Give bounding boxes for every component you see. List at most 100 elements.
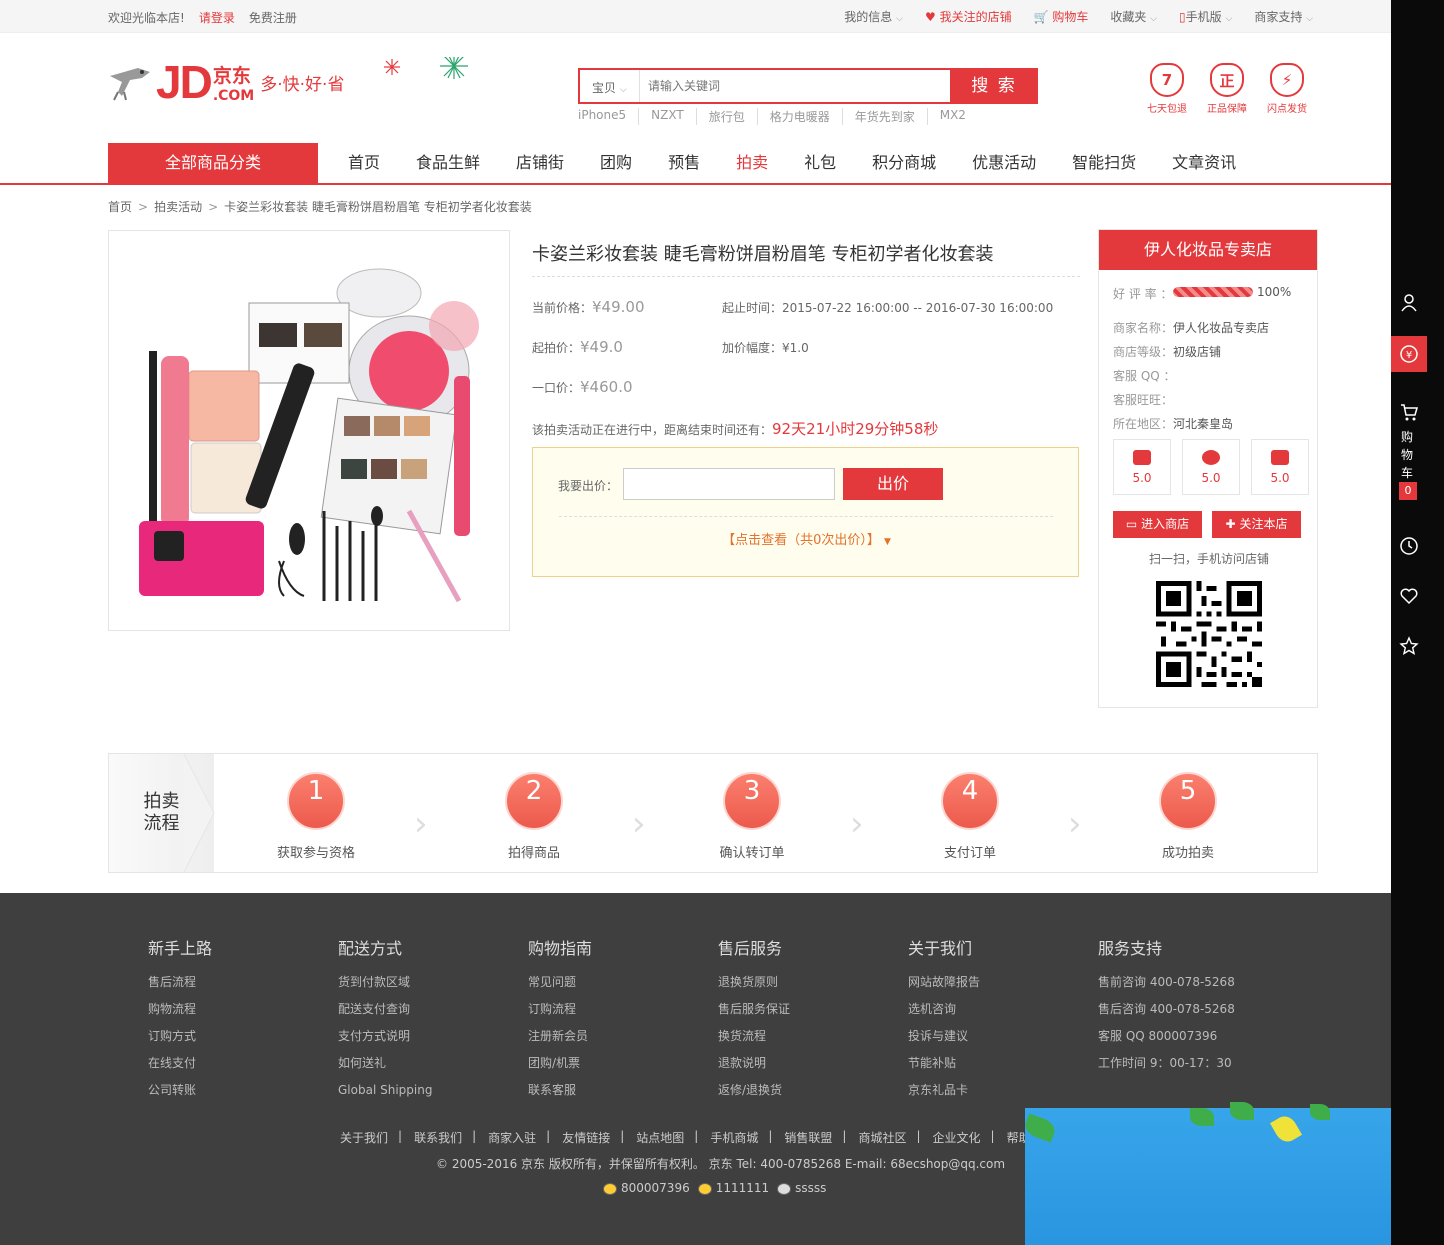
footer-link[interactable]: 投诉与建议 <box>908 1023 980 1050</box>
follow-shop-button[interactable]: ✚ 关注本店 <box>1212 511 1301 538</box>
footer-bottom-link[interactable]: 手机商城 <box>710 1129 758 1146</box>
register-link[interactable]: 免费注册 <box>249 9 297 26</box>
footer-link[interactable]: 售后流程 <box>148 969 212 996</box>
user-icon[interactable] <box>1391 284 1427 320</box>
footer-link[interactable]: 联系客服 <box>528 1077 592 1104</box>
hot-word-link[interactable]: iPhone5 <box>578 108 638 125</box>
heart-icon[interactable] <box>1391 578 1427 614</box>
qq-contact-link[interactable]: 1111111 <box>697 1181 769 1195</box>
all-categories-button[interactable]: 全部商品分类 <box>108 143 318 183</box>
login-link[interactable]: 请登录 <box>199 9 235 26</box>
coin-icon[interactable]: ¥ <box>1391 336 1427 372</box>
footer-link[interactable]: 如何送礼 <box>338 1050 432 1077</box>
my-info-menu[interactable]: 我的信息 ⌵ <box>844 8 903 25</box>
footer-link[interactable]: 公司转账 <box>148 1077 212 1104</box>
breadcrumb-home[interactable]: 首页 <box>108 200 132 214</box>
step-label: 获取参与资格 <box>276 846 355 861</box>
breadcrumb-product[interactable]: 卡姿兰彩妆套装 睫毛膏粉饼眉粉眉笔 专柜初学者化妆套装 <box>224 200 532 214</box>
footer-bottom-link[interactable]: 企业文化 <box>933 1129 981 1146</box>
description-score: 5.0 <box>1113 439 1171 495</box>
footer-link[interactable]: 购物流程 <box>148 996 212 1023</box>
hot-word-link[interactable]: NZXT <box>638 108 696 125</box>
footer-bottom-link[interactable]: 友情链接 <box>562 1129 610 1146</box>
footer-link[interactable]: 京东礼品卡 <box>908 1077 980 1104</box>
bid-amount-input[interactable] <box>623 468 835 500</box>
footer-bottom-link[interactable]: 销售联盟 <box>784 1129 832 1146</box>
support-info: 售前咨询 400-078-5268 <box>1098 975 1235 989</box>
search-input[interactable] <box>640 70 950 102</box>
bid-button[interactable]: 出价 <box>843 468 943 500</box>
chevron-right-icon: › <box>1068 804 1082 844</box>
nav-item-fresh-food[interactable]: 食品生鲜 <box>416 143 480 183</box>
my-info-label: 我的信息 <box>844 10 893 24</box>
level-label: 商店等级： <box>1113 345 1174 359</box>
nav-item-auction[interactable]: 拍卖 <box>736 143 768 183</box>
footer-link[interactable]: 退款说明 <box>718 1050 790 1077</box>
buyout-price: ¥460.0 <box>580 378 633 396</box>
wangwang-row: 客服旺旺： <box>1113 391 1173 408</box>
mobile-menu[interactable]: ▯手机版 ⌵ <box>1179 8 1232 25</box>
footer-link[interactable]: 网站故障报告 <box>908 969 980 996</box>
nav-item-gift-pack[interactable]: 礼包 <box>804 143 836 183</box>
nav-item-presale[interactable]: 预售 <box>668 143 700 183</box>
footer-link[interactable]: 节能补贴 <box>908 1050 980 1077</box>
nav-item-points-mall[interactable]: 积分商城 <box>872 143 936 183</box>
footer-link[interactable]: 订购流程 <box>528 996 592 1023</box>
footer-column: 售后服务 退换货原则 售后服务保证 换货流程 退款说明 返修/退换货 <box>718 935 790 1104</box>
followed-shops-link[interactable]: ♥ 我关注的店铺 <box>925 8 1012 25</box>
chevron-down-icon: ⌵ <box>619 85 627 95</box>
wangwang-contact-link[interactable]: sssss <box>777 1181 826 1195</box>
footer-link[interactable]: 返修/退换货 <box>718 1077 790 1104</box>
breadcrumb-auction[interactable]: 拍卖活动 <box>154 200 202 214</box>
footer-link[interactable]: 退换货原则 <box>718 969 790 996</box>
hot-word-link[interactable]: 格力电暖器 <box>756 108 842 125</box>
nav-item-promotions[interactable]: 优惠活动 <box>972 143 1036 183</box>
favorites-menu[interactable]: 收藏夹 ⌵ <box>1110 8 1157 25</box>
qq-number: 800007396 <box>621 1181 690 1195</box>
footer-link[interactable]: 货到付款区域 <box>338 969 432 996</box>
increment-label: 加价幅度： <box>722 341 783 355</box>
view-bids-link[interactable]: 【点击查看（共0次出价）】 ▼ <box>533 529 1080 548</box>
footer-link[interactable]: 常见问题 <box>528 969 592 996</box>
merchant-support-menu[interactable]: 商家支持 ⌵ <box>1254 8 1313 25</box>
cart-link[interactable]: 🛒 购物车 <box>1034 8 1089 25</box>
search-button[interactable]: 搜 索 <box>950 68 1038 104</box>
nav-item-group-buy[interactable]: 团购 <box>600 143 632 183</box>
footer-bottom-link[interactable]: 商家入驻 <box>488 1129 536 1146</box>
footer-bottom-link[interactable]: 商城社区 <box>858 1129 906 1146</box>
footer-link[interactable]: 团购/机票 <box>528 1050 592 1077</box>
cart-icon[interactable] <box>1391 394 1427 430</box>
nav-item-smart-shopping[interactable]: 智能扫货 <box>1072 143 1136 183</box>
cart-icon: 🛒 <box>1033 10 1049 24</box>
qq-contact-link[interactable]: 800007396 <box>603 1181 690 1195</box>
hot-word-link[interactable]: 旅行包 <box>695 108 757 125</box>
enter-shop-button[interactable]: ▭ 进入商店 <box>1113 511 1202 538</box>
footer-link[interactable]: 选机咨询 <box>908 996 980 1023</box>
cart-vertical-label[interactable]: 购物车 <box>1399 428 1415 482</box>
footer-link[interactable]: 配送支付查询 <box>338 996 432 1023</box>
footer-link[interactable]: 注册新会员 <box>528 1023 592 1050</box>
footer-bottom-link[interactable]: 站点地图 <box>636 1129 684 1146</box>
footer-link[interactable]: 换货流程 <box>718 1023 790 1050</box>
time-range: 2015-07-22 16:00:00 -- 2016-07-30 16:00:… <box>782 301 1054 315</box>
nav-item-shop-street[interactable]: 店铺街 <box>516 143 564 183</box>
nav-item-articles[interactable]: 文章资讯 <box>1172 143 1236 183</box>
right-toolbar: ¥ 购物车 0 <box>1391 0 1444 1245</box>
shop-name-header[interactable]: 伊人化妆品专卖店 <box>1099 230 1317 270</box>
floating-ad-panel <box>1022 1102 1444 1245</box>
search-category-select[interactable]: 宝贝 ⌵ <box>580 70 640 102</box>
footer-link[interactable]: Global Shipping <box>338 1077 432 1104</box>
footer-bottom-link[interactable]: 关于我们 <box>340 1129 388 1146</box>
footer-link[interactable]: 支付方式说明 <box>338 1023 432 1050</box>
footer-bottom-link[interactable]: 联系我们 <box>414 1129 462 1146</box>
history-icon[interactable] <box>1391 528 1427 564</box>
hot-word-link[interactable]: MX2 <box>926 108 978 125</box>
footer-link[interactable]: 在线支付 <box>148 1050 212 1077</box>
site-logo[interactable]: JD 京东 .COM 多·快·好·省 <box>108 55 474 109</box>
footer-link[interactable]: 订购方式 <box>148 1023 212 1050</box>
footer-link[interactable]: 售后服务保证 <box>718 996 790 1023</box>
nav-item-home[interactable]: 首页 <box>348 143 380 183</box>
heart-icon <box>1202 449 1220 465</box>
star-icon[interactable] <box>1391 628 1427 664</box>
hot-word-link[interactable]: 年货先到家 <box>841 108 927 125</box>
